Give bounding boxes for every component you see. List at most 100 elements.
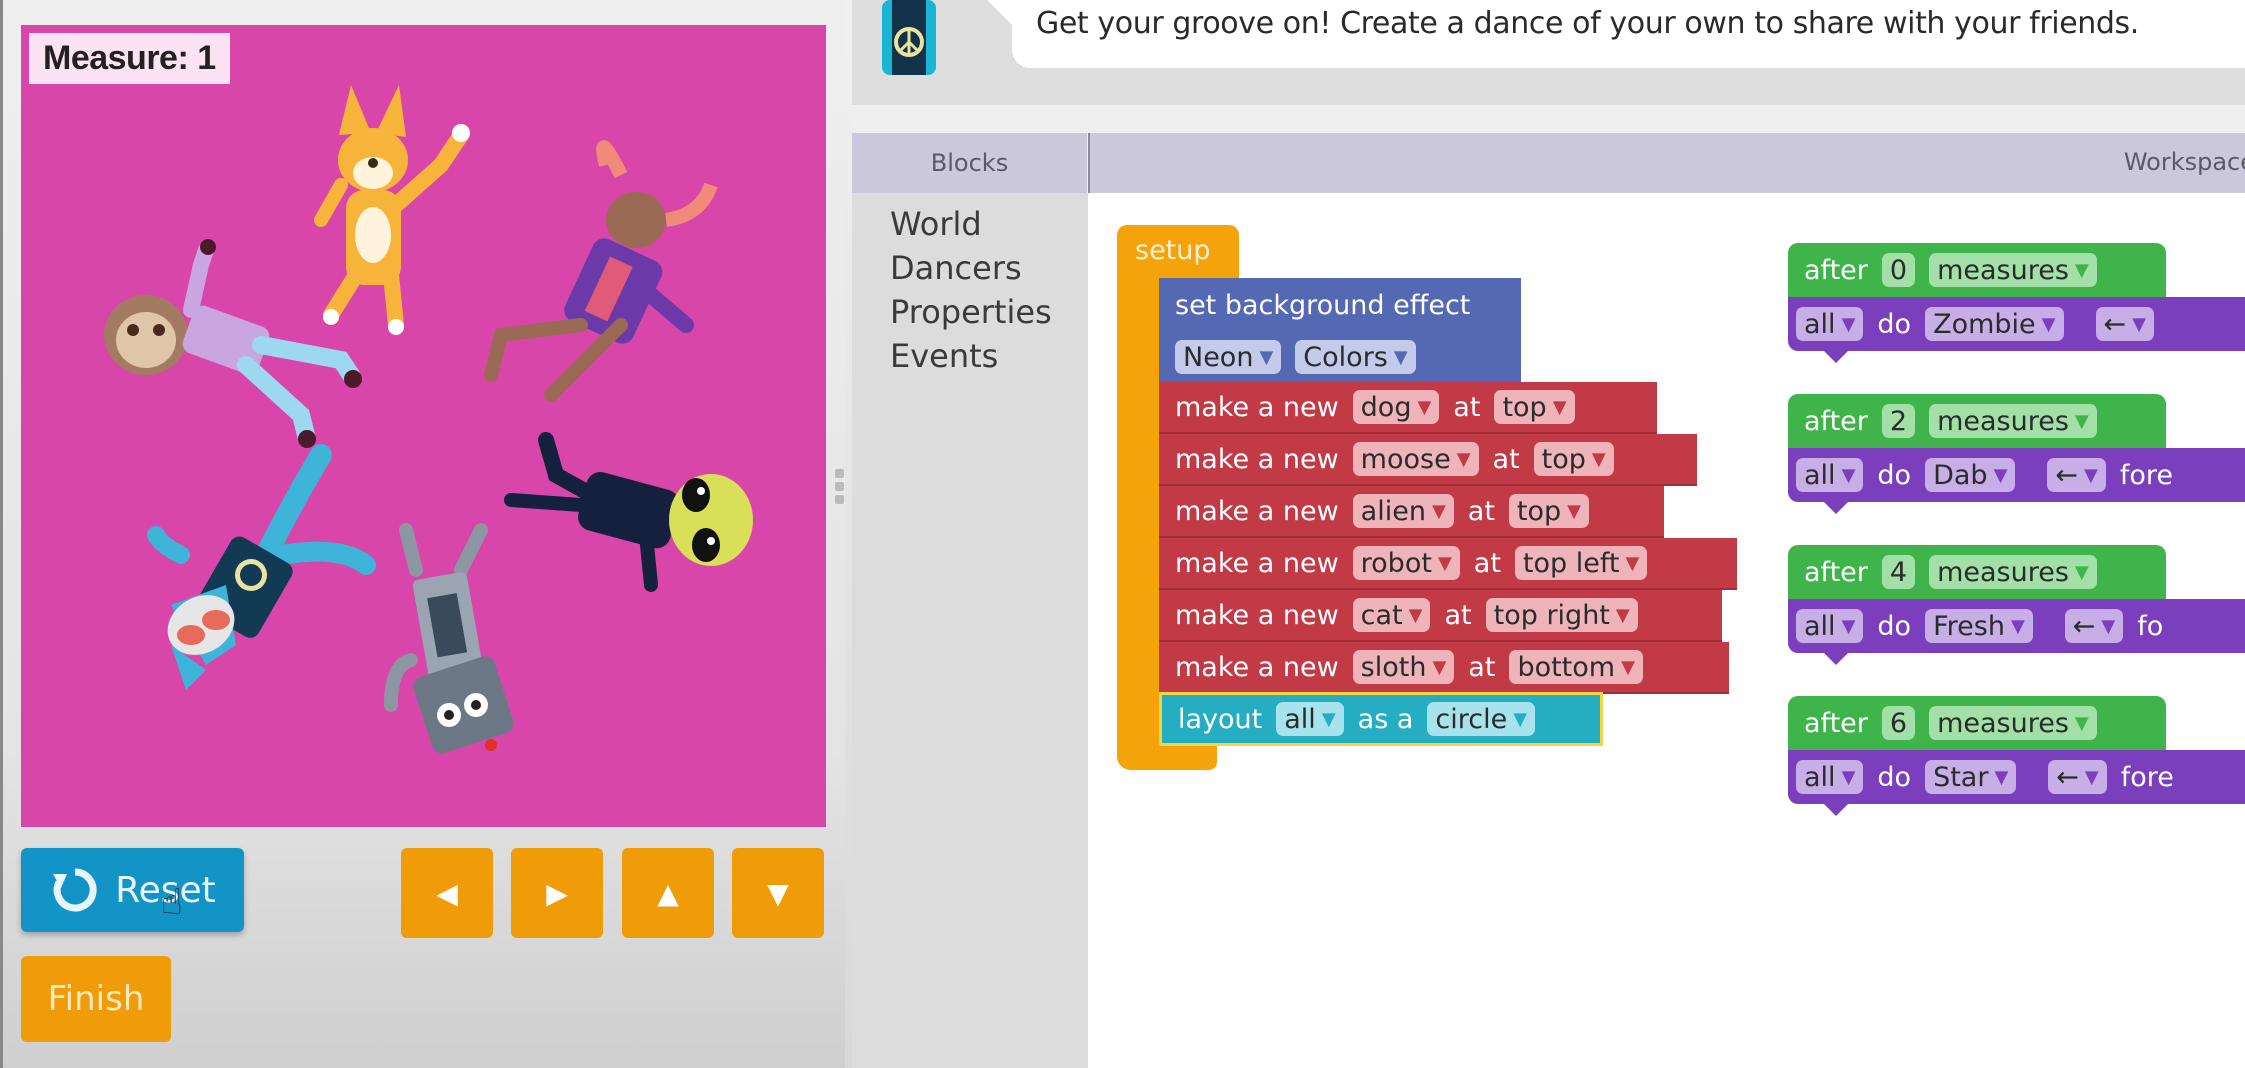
do-move-block[interactable]: all ▼ do Zombie ▼ ← ▼ xyxy=(1788,297,2245,363)
arrow-left-button[interactable]: ◀ xyxy=(401,848,493,938)
dancer-robot xyxy=(384,523,514,754)
make-dancer-block[interactable]: make a new sloth ▼ at bottom ▼ xyxy=(1159,642,1729,694)
direction-dropdown[interactable]: ← ▼ xyxy=(2095,307,2154,341)
block-label: at xyxy=(1492,443,1520,475)
dance-move-dropdown[interactable]: Fresh ▼ xyxy=(1925,609,2033,643)
after-measures-block[interactable]: after 0 measures ▼ xyxy=(1788,243,2166,297)
block-label: at xyxy=(1468,651,1496,683)
dropdown-arrow-icon: ▼ xyxy=(1841,615,1856,637)
setup-block[interactable]: setup xyxy=(1117,225,1239,285)
dropdown-arrow-icon: ▼ xyxy=(1432,656,1447,678)
dancer-dropdown[interactable]: cat ▼ xyxy=(1352,598,1431,632)
reset-button[interactable]: Reset xyxy=(21,848,244,932)
dropdown-arrow-icon: ▼ xyxy=(2074,561,2089,583)
dancer-group-dropdown[interactable]: all ▼ xyxy=(1796,609,1864,643)
direction-dropdown[interactable]: ← ▼ xyxy=(2047,458,2106,492)
measure-count-input[interactable]: 0 xyxy=(1881,253,1916,287)
dropdown-arrow-icon: ▼ xyxy=(2084,766,2099,788)
category-dancers[interactable]: Dancers xyxy=(890,249,1022,287)
set-background-block[interactable]: set background effect xyxy=(1159,278,1521,332)
dropdown-arrow-icon: ▼ xyxy=(2010,615,2025,637)
dropdown-arrow-icon: ▼ xyxy=(2074,259,2089,281)
position-dropdown[interactable]: top left ▼ xyxy=(1514,546,1648,580)
arrow-up-button[interactable]: ▲ xyxy=(622,848,714,938)
unit-dropdown[interactable]: measures ▼ xyxy=(1929,706,2097,740)
position-dropdown[interactable]: top right ▼ xyxy=(1485,598,1638,632)
category-events[interactable]: Events xyxy=(890,337,998,375)
make-dancer-block[interactable]: make a new alien ▼ at top ▼ xyxy=(1159,486,1664,538)
dropdown-arrow-icon: ▼ xyxy=(1567,500,1582,522)
category-world[interactable]: World xyxy=(890,205,982,243)
effect-dropdown[interactable]: Neon ▼ xyxy=(1175,340,1282,374)
measure-count-input[interactable]: 2 xyxy=(1881,404,1916,438)
block-connector xyxy=(1824,804,1848,816)
direction-dropdown[interactable]: ← ▼ xyxy=(2048,760,2107,794)
dancer-dropdown[interactable]: dog ▼ xyxy=(1352,390,1440,424)
arrow-right-button[interactable]: ▶ xyxy=(511,848,603,938)
dancer-dropdown[interactable]: alien ▼ xyxy=(1352,494,1454,528)
block-label: fore xyxy=(2120,761,2174,793)
do-move-block[interactable]: all ▼ do Dab ▼ ← ▼ fore xyxy=(1788,448,2245,514)
make-dancer-block[interactable]: make a new cat ▼ at top right ▼ xyxy=(1159,590,1722,642)
dropdown-arrow-icon: ▼ xyxy=(1513,708,1528,730)
block-label: do xyxy=(1877,459,1912,491)
block-label: do xyxy=(1877,610,1912,642)
arrow-down-icon: ▼ xyxy=(767,876,789,910)
position-dropdown[interactable]: top ▼ xyxy=(1494,390,1575,424)
block-label: after xyxy=(1804,707,1868,739)
do-move-block[interactable]: all ▼ do Star ▼ ← ▼ fore xyxy=(1788,750,2245,816)
do-move-block[interactable]: all ▼ do Fresh ▼ ← ▼ fo xyxy=(1788,599,2245,665)
unit-dropdown[interactable]: measures ▼ xyxy=(1929,555,2097,589)
dancer-dropdown[interactable]: moose ▼ xyxy=(1352,442,1479,476)
make-dancer-block[interactable]: make a new dog ▼ at top ▼ xyxy=(1159,382,1657,434)
block-connector xyxy=(1824,351,1848,363)
dancer-group-dropdown[interactable]: all ▼ xyxy=(1796,307,1864,341)
dropdown-arrow-icon: ▼ xyxy=(1321,708,1336,730)
block-label: set background effect xyxy=(1175,289,1471,321)
position-dropdown[interactable]: bottom ▼ xyxy=(1509,650,1643,684)
dance-move-dropdown[interactable]: Zombie ▼ xyxy=(1925,307,2064,341)
palette-dropdown[interactable]: Colors ▼ xyxy=(1295,340,1416,374)
measure-count-input[interactable]: 4 xyxy=(1881,555,1916,589)
dropdown-arrow-icon: ▼ xyxy=(1393,346,1408,368)
dropdown-arrow-icon: ▼ xyxy=(1841,464,1856,486)
after-measures-block[interactable]: after 2 measures ▼ xyxy=(1788,394,2166,448)
dancer-dropdown[interactable]: sloth ▼ xyxy=(1352,650,1455,684)
dropdown-arrow-icon: ▼ xyxy=(2074,712,2089,734)
panel-resize-handle[interactable] xyxy=(835,469,845,509)
direction-dropdown[interactable]: ← ▼ xyxy=(2064,609,2124,643)
make-dancer-block[interactable]: make a new moose ▼ at top ▼ xyxy=(1159,434,1697,486)
dropdown-arrow-icon: ▼ xyxy=(1621,656,1635,678)
dropdown-arrow-icon: ▼ xyxy=(2084,464,2098,486)
stage-canvas[interactable]: Measure: 1 xyxy=(21,25,826,827)
dancer-dropdown[interactable]: robot ▼ xyxy=(1352,546,1460,580)
unit-dropdown[interactable]: measures ▼ xyxy=(1929,404,2097,438)
block-label: after xyxy=(1804,405,1868,437)
arrow-down-button[interactable]: ▼ xyxy=(732,848,824,938)
dancer-group-dropdown[interactable]: all ▼ xyxy=(1796,458,1864,492)
category-properties[interactable]: Properties xyxy=(890,293,1052,331)
unit-dropdown[interactable]: measures ▼ xyxy=(1929,253,2097,287)
arrow-right-icon: ▶ xyxy=(546,876,568,910)
position-dropdown[interactable]: top ▼ xyxy=(1533,442,1614,476)
block-label: at xyxy=(1467,495,1495,527)
after-measures-block[interactable]: after 6 measures ▼ xyxy=(1788,696,2166,750)
dance-move-dropdown[interactable]: Dab ▼ xyxy=(1925,458,2016,492)
block-label: make a new xyxy=(1175,651,1339,683)
measure-count-input[interactable]: 6 xyxy=(1881,706,1916,740)
block-label: do xyxy=(1877,308,1912,340)
dancer-group-dropdown[interactable]: all ▼ xyxy=(1796,760,1864,794)
block-label: fore xyxy=(2119,459,2174,491)
group-dropdown[interactable]: all ▼ xyxy=(1276,702,1344,736)
block-label: make a new xyxy=(1175,443,1339,475)
stage-column: Measure: 1 Reset ☝ ◀ ▶ ▲ ▼ Finish xyxy=(0,0,845,1068)
after-measures-block[interactable]: after 4 measures ▼ xyxy=(1788,545,2166,599)
make-dancer-block[interactable]: make a new robot ▼ at top left ▼ xyxy=(1159,538,1737,590)
finish-button[interactable]: Finish xyxy=(21,956,171,1042)
shape-dropdown[interactable]: circle ▼ xyxy=(1427,702,1536,736)
dance-move-dropdown[interactable]: Star ▼ xyxy=(1925,760,2017,794)
position-dropdown[interactable]: top ▼ xyxy=(1508,494,1590,528)
layout-block[interactable]: layout all ▼ as a circle ▼ xyxy=(1159,692,1603,746)
block-label: fo xyxy=(2137,610,2164,642)
dancer-cat xyxy=(147,444,376,690)
